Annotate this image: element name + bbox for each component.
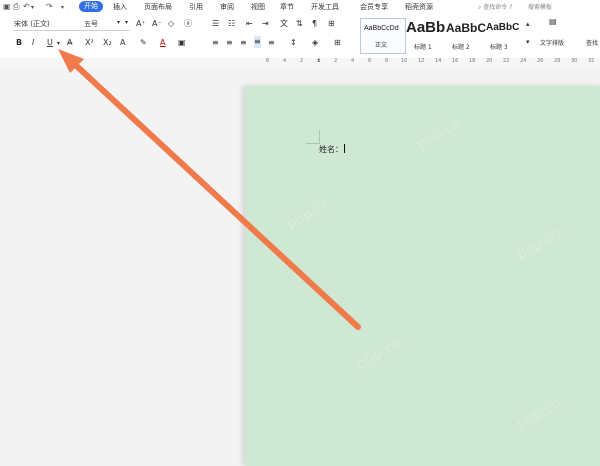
arrow-shaft (65, 55, 361, 330)
annotation-arrow (58, 49, 361, 330)
